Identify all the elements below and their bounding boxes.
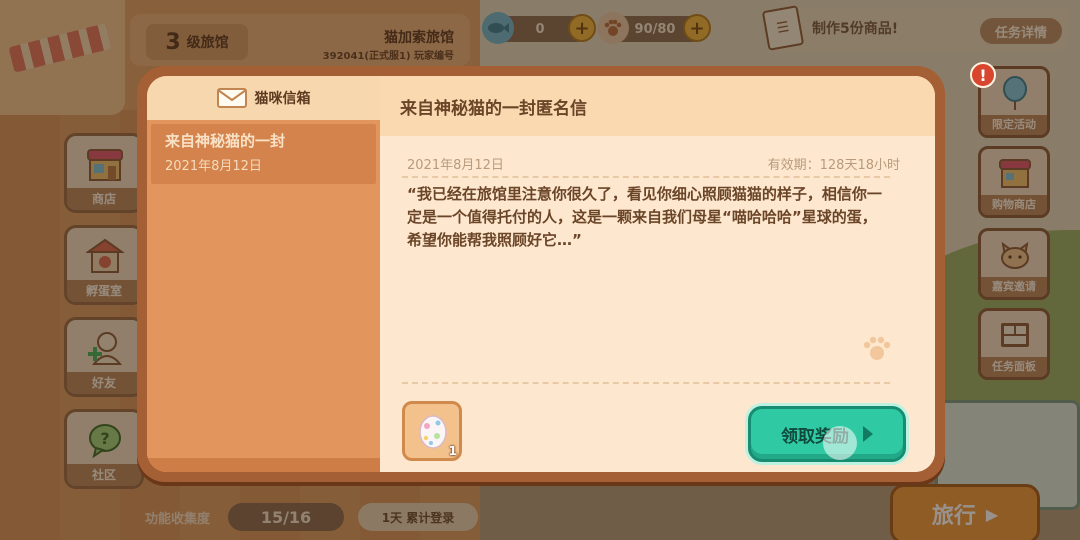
letter-expiry: 有效期：128天18小时 [767, 158, 900, 173]
mailbox-dialog: 猫咪信箱 来自神秘猫的一封 2021年8月12日 来自神秘猫的一封匿名信 202… [137, 66, 945, 482]
letter-title: 来自神秘猫的一封匿名信 [400, 98, 587, 119]
letter-header: 来自神秘猫的一封匿名信 [380, 76, 935, 136]
mailbox-header: 猫咪信箱 [147, 76, 380, 120]
touch-indicator [823, 426, 857, 460]
paw-icon [863, 336, 891, 360]
mail-list-item[interactable]: 来自神秘猫的一封 2021年8月12日 [151, 124, 376, 184]
egg-icon [419, 415, 447, 449]
letter-body[interactable]: “我已经在旅馆里注意你很久了，看见你细心照顾猫猫的样子，相信你一定是一个值得托付… [407, 183, 889, 252]
mailbox-title: 猫咪信箱 [254, 91, 311, 107]
reward-count: 1 [448, 444, 457, 458]
divider [402, 382, 890, 384]
letter-view: 来自神秘猫的一封匿名信 2021年8月12日 有效期：128天18小时 “我已经… [380, 76, 935, 472]
letter-date: 2021年8月12日 [407, 158, 504, 173]
mail-list: 猫咪信箱 来自神秘猫的一封 2021年8月12日 [147, 76, 380, 472]
mailbox-panel: 猫咪信箱 来自神秘猫的一封 2021年8月12日 来自神秘猫的一封匿名信 202… [147, 76, 935, 472]
alert-badge: ! [970, 62, 996, 88]
play-arrow-icon [863, 426, 873, 442]
mail-item-title: 来自神秘猫的一封 [165, 132, 286, 150]
mail-item-date: 2021年8月12日 [165, 159, 262, 174]
mail-list-footer [147, 458, 380, 472]
reward-item-slot[interactable]: 1 [402, 401, 462, 461]
divider [402, 176, 890, 178]
envelope-icon [216, 88, 247, 108]
